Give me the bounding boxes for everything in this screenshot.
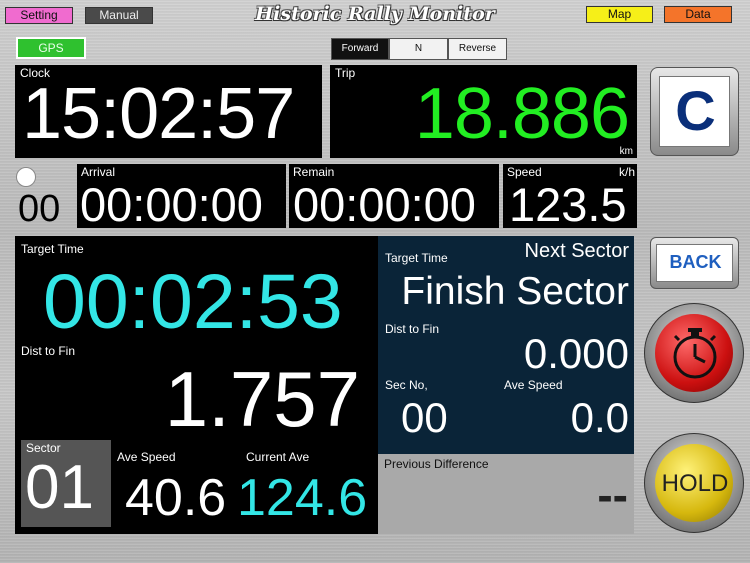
trip-value: 18.886 — [414, 74, 630, 154]
hold-button-label: HOLD — [661, 470, 729, 497]
counter-dot — [16, 167, 36, 187]
neutral-button[interactable]: N — [389, 38, 448, 60]
dist-to-fin-value: 1.757 — [164, 355, 360, 443]
next-target-time-label: Target Time — [385, 251, 448, 265]
trip-label: Trip — [335, 66, 356, 80]
manual-button[interactable]: Manual — [85, 7, 153, 24]
sec-no-value: 00 — [401, 394, 448, 441]
left-main-panel: Target Time 00:02:53 Dist to Fin 1.757 S… — [15, 236, 378, 534]
reverse-button[interactable]: Reverse — [448, 38, 507, 60]
setting-button[interactable]: Setting — [5, 7, 73, 24]
ave-speed-value: 40.6 — [125, 469, 227, 527]
next-dist-value: 0.000 — [523, 330, 629, 377]
previous-difference-value: -- — [597, 469, 628, 521]
current-ave-label: Current Ave — [246, 450, 310, 464]
back-button[interactable]: BACK — [650, 237, 739, 289]
clock-panel: Clock 15:02:57 — [15, 65, 322, 158]
speed-value: 123.5 — [509, 178, 627, 231]
sector-name: Finish Sector — [401, 270, 629, 313]
remain-value: 00:00:00 — [293, 178, 476, 231]
next-dist-label: Dist to Fin — [385, 322, 440, 336]
app-title: Historic Rally Monitor — [255, 3, 495, 25]
dist-to-fin-label: Dist to Fin — [21, 344, 76, 358]
next-ave-speed-value: 0.0 — [570, 394, 629, 441]
sector-value: 01 — [25, 453, 94, 522]
next-ave-speed-label: Ave Speed — [504, 378, 563, 392]
back-button-label: BACK — [669, 252, 722, 272]
target-time-label: Target Time — [21, 242, 84, 256]
arrival-value: 00:00:00 — [80, 178, 263, 231]
stopwatch-button[interactable] — [644, 303, 744, 403]
stopwatch-icon — [673, 328, 717, 379]
sector-box: Sector 01 — [21, 440, 111, 527]
next-sector-panel: Target Time Next Sector Finish Sector Di… — [378, 236, 634, 454]
clear-button[interactable]: C — [650, 67, 739, 156]
remain-panel: Remain 00:00:00 — [289, 164, 499, 231]
arrival-panel: Arrival 00:00:00 — [77, 164, 286, 231]
current-ave-value: 124.6 — [237, 469, 368, 527]
next-sector-label: Next Sector — [524, 240, 629, 262]
target-time-value: 00:02:53 — [43, 259, 343, 345]
previous-difference-label: Previous Difference — [384, 457, 489, 471]
forward-button[interactable]: Forward — [331, 38, 389, 60]
trip-unit: km — [619, 146, 633, 157]
ave-speed-label: Ave Speed — [117, 450, 176, 464]
gps-indicator: GPS — [16, 37, 86, 59]
clock-value: 15:02:57 — [22, 74, 295, 154]
previous-difference-panel: Previous Difference -- — [378, 454, 634, 534]
speed-panel: Speed k/h 123.5 — [503, 164, 637, 231]
data-button[interactable]: Data — [664, 6, 732, 23]
trip-panel: Trip 18.886 km — [330, 65, 637, 158]
clear-button-label: C — [675, 79, 716, 142]
sec-no-label: Sec No, — [385, 378, 428, 392]
counter-value: 00 — [18, 188, 61, 230]
hold-button[interactable]: HOLD — [644, 433, 744, 533]
map-button[interactable]: Map — [586, 6, 653, 23]
